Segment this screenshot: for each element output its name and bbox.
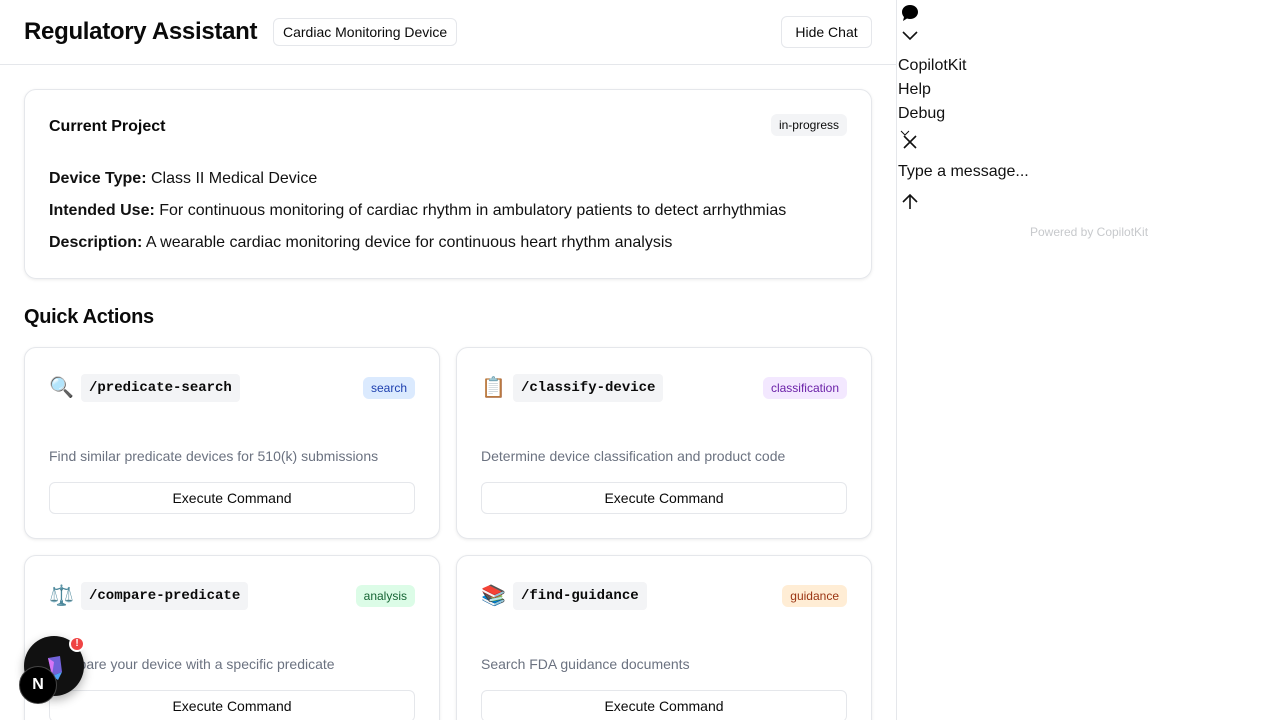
project-card-title: Current Project [49, 118, 166, 135]
field-label: Intended Use: [49, 202, 155, 219]
command-description: Find similar predicate devices for 510(k… [49, 448, 379, 464]
category-tag: search [362, 377, 415, 399]
menu-item-debug[interactable]: Debug [898, 105, 945, 123]
command-name: /compare-predicate [81, 582, 249, 610]
command-description: Compare your device with a specific pred… [49, 656, 335, 672]
field-value: Class II Medical Device [150, 170, 318, 187]
chat-panel: CopilotKit Help Debug Type a message... … [896, 0, 1280, 720]
chat-bubble-icon[interactable] [900, 3, 920, 28]
command-card-predicate-search: 🔍 /predicate-search search Find similar … [24, 347, 440, 539]
app-header: Regulatory Assistant Cardiac Monitoring … [0, 0, 896, 65]
description-field: Description: A wearable cardiac monitori… [49, 234, 672, 252]
main-pane: Regulatory Assistant Cardiac Monitoring … [0, 0, 896, 720]
close-icon[interactable] [900, 132, 920, 157]
status-badge: in-progress [770, 114, 847, 136]
current-project-card: Current Project in-progress Device Type:… [24, 89, 872, 279]
nextjs-dev-indicator[interactable]: N [19, 666, 57, 704]
execute-command-button[interactable]: Execute Command [49, 482, 415, 514]
menu-item-copilotkit[interactable]: CopilotKit [898, 57, 966, 75]
execute-command-button[interactable]: Execute Command [481, 690, 847, 720]
command-name: /find-guidance [513, 582, 647, 610]
category-tag: guidance [782, 585, 847, 607]
command-description: Search FDA guidance documents [481, 656, 690, 672]
balance-scale-icon: ⚖️ [49, 585, 74, 607]
books-icon: 📚 [481, 585, 506, 607]
quick-actions-title: Quick Actions [24, 306, 154, 328]
command-card-classify-device: 📋 /classify-device classification Determ… [456, 347, 872, 539]
command-description: Determine device classification and prod… [481, 448, 786, 464]
intended-use-field: Intended Use: For continuous monitoring … [49, 202, 786, 220]
field-label: Description: [49, 234, 143, 251]
category-tag: classification [762, 377, 847, 399]
field-label: Device Type: [49, 170, 147, 187]
project-name-badge: Cardiac Monitoring Device [273, 18, 458, 46]
command-name: /classify-device [513, 374, 664, 402]
command-card-compare-predicate: ⚖️ /compare-predicate analysis Compare y… [24, 555, 440, 720]
device-type-field: Device Type: Class II Medical Device [49, 170, 317, 188]
hide-chat-button[interactable]: Hide Chat [781, 16, 872, 48]
page-title: Regulatory Assistant [24, 18, 258, 45]
execute-command-button[interactable]: Execute Command [49, 690, 415, 720]
menu-item-help[interactable]: Help [898, 81, 931, 99]
powered-by-label: Powered by CopilotKit [1029, 225, 1149, 239]
field-value: A wearable cardiac monitoring device for… [145, 234, 673, 251]
category-tag: analysis [355, 585, 415, 607]
chevron-down-icon[interactable] [900, 27, 920, 48]
execute-command-button[interactable]: Execute Command [481, 482, 847, 514]
message-input[interactable]: Type a message... [898, 163, 1029, 181]
notification-badge: ! [69, 636, 85, 652]
command-card-find-guidance: 📚 /find-guidance guidance Search FDA gui… [456, 555, 872, 720]
magnifier-icon: 🔍 [49, 377, 74, 399]
command-name: /predicate-search [81, 374, 240, 402]
clipboard-icon: 📋 [481, 377, 506, 399]
send-arrow-icon[interactable] [900, 192, 920, 217]
field-value: For continuous monitoring of cardiac rhy… [159, 202, 787, 219]
